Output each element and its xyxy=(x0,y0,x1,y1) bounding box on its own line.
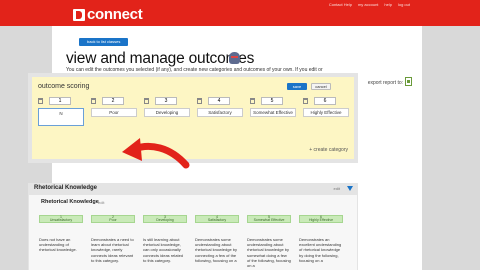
export-label: export report to: xyxy=(367,80,403,86)
scoring-level: 3 Developing xyxy=(144,97,190,117)
level-badge-name: Developing xyxy=(156,218,174,222)
trash-icon[interactable] xyxy=(91,98,96,104)
level-label-input[interactable]: Poor xyxy=(91,108,137,117)
level-description[interactable]: Demonstrates some understanding about rh… xyxy=(195,237,239,263)
top-link-account[interactable]: my account xyxy=(358,2,378,7)
category-header[interactable]: Rhetorical Knowledge edit xyxy=(28,183,358,195)
trash-icon[interactable] xyxy=(197,98,202,104)
category-title: Rhetorical Knowledge xyxy=(34,185,98,191)
level-badge: 6 Highly Effective xyxy=(299,215,343,223)
level-badge: 3 Developing xyxy=(143,215,187,223)
level-number-select[interactable]: 1 xyxy=(49,97,71,105)
logo-text: connect xyxy=(87,6,143,23)
scoring-level: 1 N xyxy=(38,97,84,126)
outcome-edit-link[interactable]: edit xyxy=(98,200,104,205)
level-label-input[interactable]: Satisfactory xyxy=(197,108,243,117)
create-category-link[interactable]: + create category xyxy=(309,147,348,153)
category-edit-link[interactable]: edit xyxy=(334,186,340,191)
outcome-level-column: 2 Poor Demonstrates a need to learn abou… xyxy=(91,215,135,263)
level-label-input[interactable]: N xyxy=(38,108,84,126)
level-number-select[interactable]: 5 xyxy=(261,97,283,105)
trash-icon[interactable] xyxy=(303,98,308,104)
scoring-level: 2 Poor xyxy=(91,97,137,117)
level-label-input[interactable]: Developing xyxy=(144,108,190,117)
red-arrow-annotation xyxy=(122,138,190,169)
chevron-down-icon[interactable] xyxy=(347,186,353,191)
logo-mark-icon xyxy=(73,8,85,21)
level-label-input[interactable]: Somewhat Effective xyxy=(250,108,296,117)
level-description[interactable]: Does not have an understanding of rhetor… xyxy=(39,237,83,253)
level-number-select[interactable]: 3 xyxy=(155,97,177,105)
page-title: view and manage outcomes xyxy=(66,50,255,67)
top-link-contact[interactable]: Contact Help xyxy=(329,2,352,7)
outcome-title: Rhetorical Knowledge xyxy=(41,199,99,205)
level-number-select[interactable]: 4 xyxy=(208,97,230,105)
level-badge-name: Somewhat Effective xyxy=(253,218,285,222)
level-badge: 1 Unsatisfactory xyxy=(39,215,83,223)
level-description[interactable]: Demonstrates a need to learn about rheto… xyxy=(91,237,135,263)
level-label-input[interactable]: Highly Effective xyxy=(303,108,349,117)
scoring-level: 6 Highly Effective xyxy=(303,97,349,117)
scoring-title: outcome scoring xyxy=(38,83,90,90)
top-links: Contact Help my account help log out xyxy=(329,2,410,7)
ninja-icon xyxy=(229,52,240,64)
save-button[interactable]: save xyxy=(287,83,307,90)
outcome-level-column: 1 Unsatisfactory Does not have an unders… xyxy=(39,215,83,253)
level-badge-name: Highly Effective xyxy=(308,218,334,222)
level-badge: 5 Somewhat Effective xyxy=(247,215,291,223)
top-link-help[interactable]: help xyxy=(384,2,392,7)
outcome-level-column: 3 Developing Is still learning about rhe… xyxy=(143,215,187,263)
top-bar: connect Contact Help my account help log… xyxy=(0,0,480,26)
back-button[interactable]: back to list classes xyxy=(79,38,129,46)
level-badge: 2 Poor xyxy=(91,215,135,223)
trash-icon[interactable] xyxy=(38,98,43,104)
excel-export-icon[interactable] xyxy=(405,77,412,86)
level-badge-name: Satisfactory xyxy=(207,218,227,222)
level-description[interactable]: Demonstrates an excellent understanding … xyxy=(299,237,343,263)
outcome-level-column: 6 Highly Effective Demonstrates an excel… xyxy=(299,215,343,263)
scoring-level: 4 Satisfactory xyxy=(197,97,243,117)
level-description[interactable]: Demonstrates some understanding about rh… xyxy=(247,237,291,268)
outcome-level-column: 4 Satisfactory Demonstrates some underst… xyxy=(195,215,239,263)
top-link-logout[interactable]: log out xyxy=(398,2,410,7)
connect-logo[interactable]: connect xyxy=(73,6,143,23)
cancel-button[interactable]: cancel xyxy=(311,83,331,90)
level-badge-name: Poor xyxy=(109,218,117,222)
trash-icon[interactable] xyxy=(250,98,255,104)
outcome-block: Rhetorical Knowledge edit 1 Unsatisfacto… xyxy=(28,195,358,270)
level-badge-name: Unsatisfactory xyxy=(49,218,73,222)
level-description[interactable]: Is still learning about rhetorical knowl… xyxy=(143,237,187,263)
level-number-select[interactable]: 6 xyxy=(314,97,336,105)
scoring-level: 5 Somewhat Effective xyxy=(250,97,296,117)
level-number-select[interactable]: 2 xyxy=(102,97,124,105)
level-badge: 4 Satisfactory xyxy=(195,215,239,223)
trash-icon[interactable] xyxy=(144,98,149,104)
outcome-level-column: 5 Somewhat Effective Demonstrates some u… xyxy=(247,215,291,268)
outcome-scoring-panel: outcome scoring save cancel 1 N 2 Poor 3… xyxy=(28,73,358,163)
